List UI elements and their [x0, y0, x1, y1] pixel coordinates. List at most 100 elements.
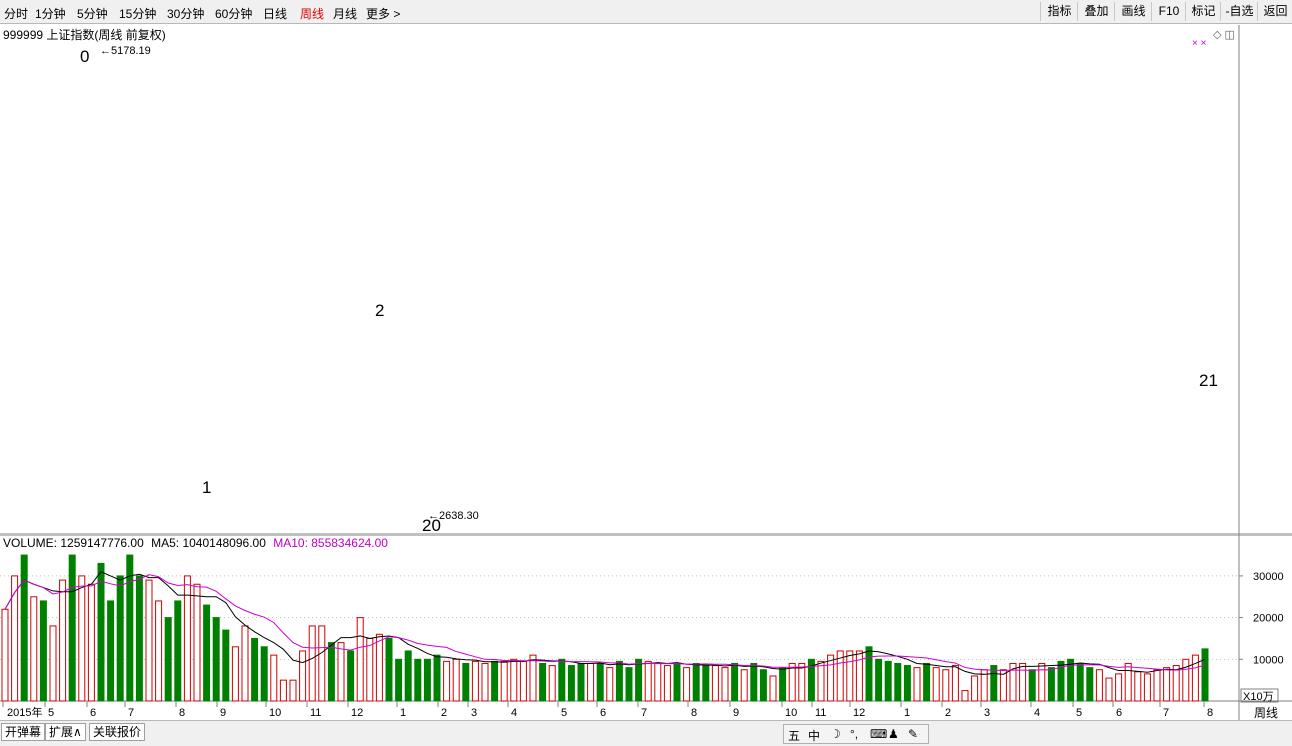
volume-tick-label: 30000 — [1253, 571, 1284, 583]
toolbar-button-5[interactable]: -自选 — [1220, 2, 1258, 21]
volume-bar — [1182, 658, 1190, 702]
volume-value: VOLUME: 1259147776.00 — [3, 536, 144, 550]
layout-icon: ◇ ◫ — [1213, 29, 1235, 41]
volume-bar — [1172, 665, 1180, 702]
bottom-tab-0[interactable]: 开弹幕 — [1, 723, 46, 741]
volume-bar — [1086, 667, 1094, 702]
period-5[interactable]: 60分钟 — [215, 5, 252, 22]
x-tick-label: 6 — [1116, 707, 1122, 719]
bottom-tab-1[interactable]: 扩展∧ — [45, 723, 86, 741]
volume-bar — [894, 662, 902, 702]
x-tick-label: 3 — [471, 707, 477, 719]
volume-bar — [606, 667, 614, 702]
volume-bar — [491, 660, 499, 702]
period-1[interactable]: 1分钟 — [35, 5, 66, 22]
period-0[interactable]: 分时 — [4, 5, 28, 22]
x-tick-label: 6 — [600, 707, 606, 719]
volume-bar — [779, 667, 787, 702]
volume-bar — [817, 660, 825, 702]
x-tick-label: 8 — [691, 707, 697, 719]
ime-icon-0[interactable]: 五 — [788, 727, 800, 744]
chart-header: 999999 上证指数(周线 前复权) — [3, 26, 166, 43]
bottom-tab-2[interactable]: 关联报价 — [89, 723, 146, 741]
ime-icon-4[interactable]: ⌨ — [870, 727, 887, 741]
ime-icon-1[interactable]: 中 — [808, 727, 820, 744]
volume-bar — [404, 650, 412, 702]
volume-bar — [385, 637, 393, 702]
volume-bar — [299, 650, 307, 702]
volume-bar — [222, 629, 230, 702]
volume-bar — [1143, 673, 1151, 702]
period-tag: 周线 — [1254, 706, 1278, 720]
volume-bar — [539, 662, 547, 702]
volume-bar — [270, 654, 278, 702]
volume-bar — [59, 579, 67, 702]
x-tick-label: 5 — [48, 707, 54, 719]
period-4[interactable]: 30分钟 — [167, 5, 204, 22]
volume-bar — [711, 665, 719, 702]
volume-unit-label: X10万 — [1243, 691, 1274, 703]
ime-icon-5[interactable]: ♟ — [888, 727, 899, 741]
volume-bar — [155, 600, 163, 702]
volume-bar — [318, 625, 326, 702]
volume-bar — [788, 662, 796, 702]
volume-bar — [97, 562, 105, 702]
index-code: 999999 — [3, 28, 44, 42]
index-name: 上证指数 — [46, 28, 95, 42]
volume-bar — [865, 646, 873, 702]
toolbar-button-6[interactable]: 返回 — [1257, 2, 1292, 21]
toolbar-button-4[interactable]: 标记 — [1185, 2, 1221, 21]
wave-label-21: 21 — [1199, 371, 1218, 390]
toolbar-button-1[interactable]: 叠加 — [1077, 2, 1115, 21]
period-9[interactable]: 更多 > — [366, 5, 400, 22]
x-tick-label: 1 — [904, 707, 910, 719]
volume-bar — [663, 665, 671, 702]
x-tick-label: 7 — [641, 707, 647, 719]
x-tick-label: 6 — [90, 707, 96, 719]
volume-bar — [1038, 662, 1046, 702]
volume-bar — [635, 658, 643, 702]
ime-icon-6[interactable]: ✎ — [908, 727, 918, 741]
ma5-value: MA5: 1040148096.00 — [151, 536, 266, 550]
volume-bar — [395, 658, 403, 702]
volume-bar — [20, 554, 28, 702]
ime-icon-3[interactable]: °, — [850, 727, 858, 741]
volume-bar — [625, 667, 633, 702]
period-7[interactable]: 周线 — [300, 5, 324, 22]
volume-bar — [135, 575, 143, 702]
period-6[interactable]: 日线 — [263, 5, 287, 22]
x-tick-label: 10 — [785, 707, 797, 719]
period-2[interactable]: 5分钟 — [77, 5, 108, 22]
x-tick-label: 5 — [561, 707, 567, 719]
volume-bar — [519, 660, 527, 702]
period-8[interactable]: 月线 — [333, 5, 357, 22]
x-tick-label: 7 — [128, 707, 134, 719]
volume-bar — [375, 633, 383, 702]
toolbar-button-0[interactable]: 指标 — [1040, 2, 1078, 21]
ime-icon-2[interactable]: ☽ — [830, 727, 841, 741]
volume-bar — [884, 660, 892, 702]
volume-bar — [1115, 673, 1123, 702]
x-tick-label: 1 — [400, 707, 406, 719]
wave-label-2: 2 — [375, 301, 384, 320]
x-tick-label: 4 — [1034, 707, 1040, 719]
volume-bar — [577, 662, 585, 702]
x-tick-label: 2015年 — [7, 705, 42, 719]
volume-bar — [116, 575, 124, 702]
volume-bar — [423, 658, 431, 702]
volume-bar — [164, 617, 172, 702]
toolbar-button-3[interactable]: F10 — [1151, 2, 1186, 21]
volume-bar — [942, 669, 950, 702]
wave-label-1: 1 — [202, 478, 211, 497]
wave-label-0: 0 — [80, 47, 89, 66]
volume-bar — [1019, 662, 1027, 702]
volume-bar — [903, 665, 911, 702]
volume-bar — [443, 660, 451, 702]
toolbar-button-2[interactable]: 画线 — [1114, 2, 1152, 21]
volume-bar — [731, 662, 739, 702]
x-tick-label: 8 — [179, 707, 185, 719]
volume-bar — [827, 654, 835, 702]
period-3[interactable]: 15分钟 — [119, 5, 156, 22]
volume-bar — [481, 662, 489, 702]
x-tick-label: 11 — [310, 707, 321, 719]
